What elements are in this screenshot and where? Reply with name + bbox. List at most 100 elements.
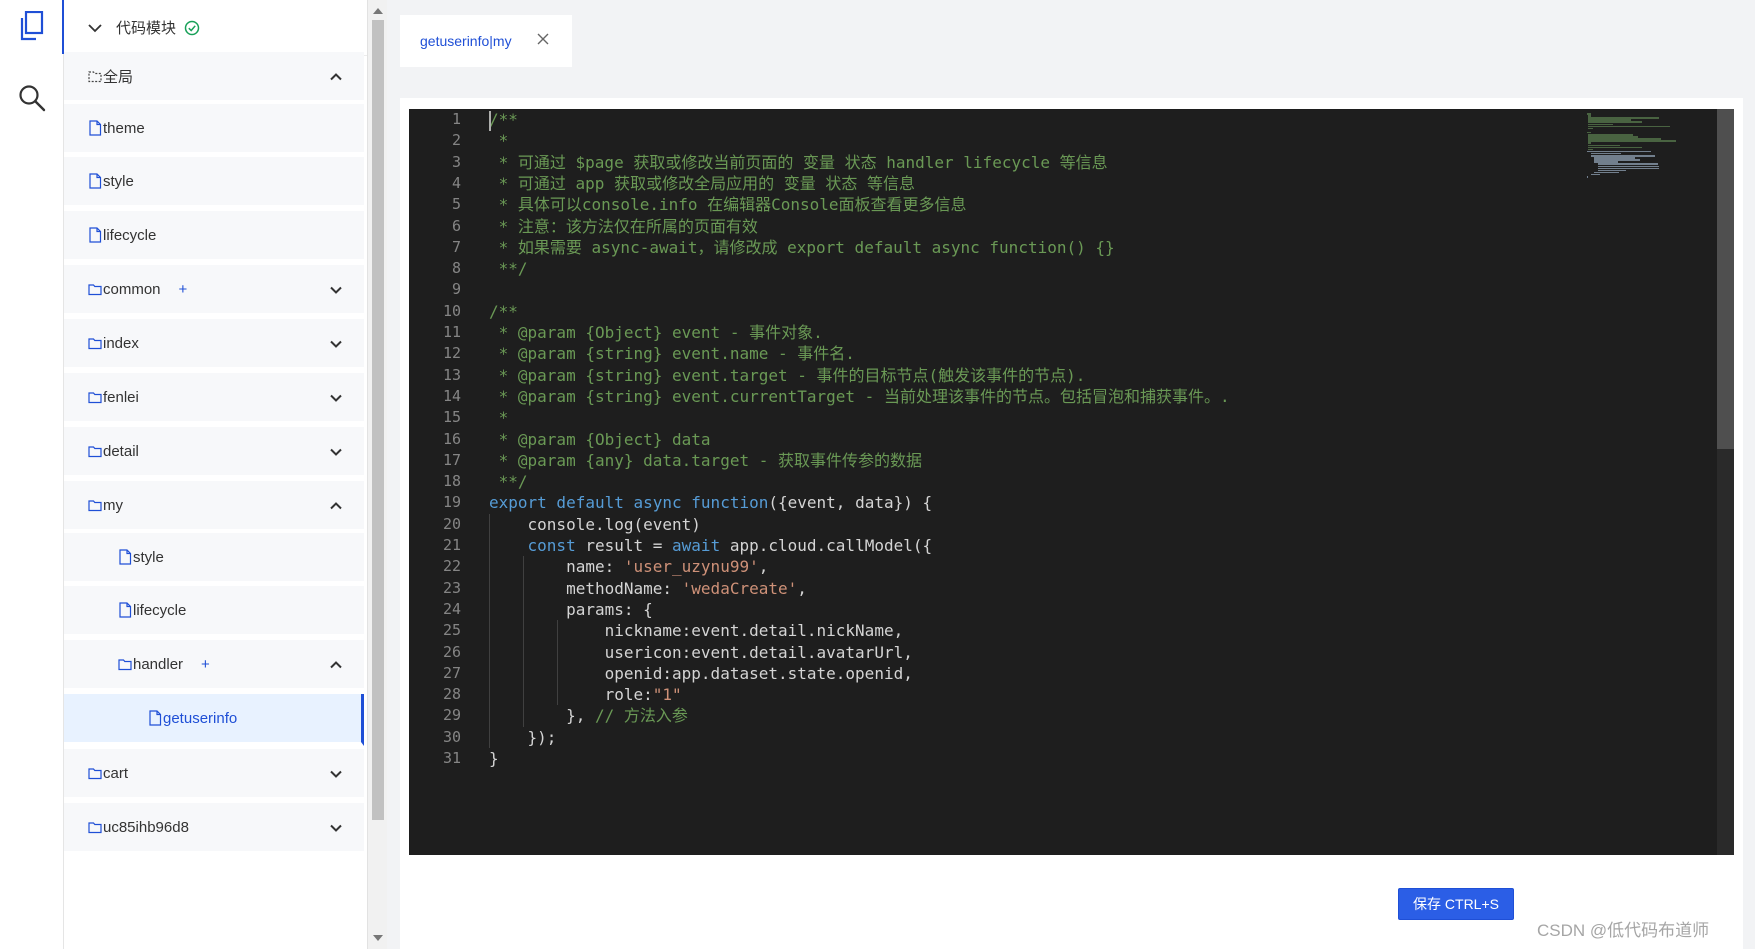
tree-item-label: getuserinfo	[163, 709, 238, 727]
chevron-down-icon[interactable]	[328, 336, 344, 352]
add-file-button[interactable]: +	[201, 656, 210, 673]
file-copy-icon[interactable]	[12, 6, 52, 46]
code-token: ,	[797, 578, 807, 598]
code-line[interactable]: usericon:event.detail.avatarUrl,	[489, 642, 913, 663]
editor-scrollbar[interactable]	[1717, 109, 1734, 855]
code-line[interactable]: * 注意：该方法仅在所属的页面有效	[489, 216, 758, 237]
chevron-up-icon[interactable]	[328, 498, 344, 514]
code-token: * 如果需要 async-await，请修改成 export default a…	[489, 237, 1115, 257]
tree-item-label: my	[103, 496, 123, 514]
tree-item-common[interactable]: common +	[64, 265, 364, 317]
code-line[interactable]: }	[489, 748, 499, 769]
code-token: ,	[758, 557, 769, 577]
chevron-down-icon[interactable]	[86, 19, 104, 37]
tree-item-theme[interactable]: theme	[64, 104, 364, 156]
code-line[interactable]: });	[489, 727, 557, 748]
code-line[interactable]: nickname:event.detail.nickName,	[489, 620, 904, 641]
minimap[interactable]	[1587, 109, 1717, 855]
code-token: **/	[489, 259, 528, 279]
code-token: nickname:event.detail.nickName,	[489, 621, 904, 641]
chevron-up-icon[interactable]	[328, 657, 344, 673]
tab-getuserinfo[interactable]: getuserinfo|my	[400, 15, 572, 67]
editor-scrollbar-thumb[interactable]	[1717, 109, 1734, 449]
tree-item-detail[interactable]: detail	[64, 427, 364, 479]
line-number: 8	[451, 259, 461, 278]
line-number: 19	[442, 493, 461, 512]
tree-item-lifecycle[interactable]: lifecycle	[64, 586, 364, 638]
tree-item-uc85ihb96d8[interactable]: uc85ihb96d8	[64, 803, 364, 855]
line-number: 27	[442, 663, 461, 682]
code-token: methodName:	[489, 578, 682, 598]
line-number: 2	[451, 131, 461, 150]
scrollbar-thumb[interactable]	[372, 20, 384, 820]
save-button[interactable]: 保存 CTRL+S	[1398, 888, 1514, 920]
tree-item-style[interactable]: style	[64, 533, 364, 585]
code-line[interactable]: methodName: 'wedaCreate',	[489, 578, 807, 599]
minimap-line	[1590, 173, 1601, 176]
close-icon[interactable]	[536, 32, 550, 46]
code-line[interactable]: * 具体可以console.info 在编辑器Console面板查看更多信息	[489, 194, 967, 215]
code-line[interactable]: params: {	[489, 599, 653, 620]
line-number: 13	[442, 365, 461, 384]
tree-item-fenlei[interactable]: fenlei	[64, 373, 364, 425]
code-line[interactable]: **/	[489, 258, 528, 279]
line-number: 10	[442, 301, 461, 320]
code-token: * @param {Object} event - 事件对象.	[489, 323, 823, 342]
code-line[interactable]: export default async function({event, da…	[489, 492, 932, 513]
line-number: 17	[442, 450, 461, 469]
line-number: 20	[442, 514, 461, 533]
code-line[interactable]: *	[489, 130, 509, 151]
tree-item-style[interactable]: style	[64, 157, 364, 209]
code-line[interactable]: * @param {string} event.target - 事件的目标节点…	[489, 365, 1086, 386]
code-line[interactable]: }, // 方法入参	[489, 705, 688, 726]
tree-item-my[interactable]: my	[64, 481, 364, 533]
tree-item-handler[interactable]: handler +	[64, 640, 364, 692]
line-number: 6	[451, 216, 461, 235]
code-token: export default async function	[489, 493, 769, 513]
chevron-down-icon[interactable]	[328, 766, 344, 782]
code-line[interactable]: * 可通过 $page 获取或修改当前页面的 变量 状态 handler lif…	[489, 152, 1108, 173]
chevron-down-icon[interactable]	[328, 820, 344, 836]
code-line[interactable]: console.log(event)	[489, 514, 701, 535]
tree-item-getuserinfo[interactable]: getuserinfo	[64, 694, 364, 746]
code-line[interactable]: /**	[489, 109, 518, 130]
code-line[interactable]: openid:app.dataset.state.openid,	[489, 663, 913, 684]
code-editor[interactable]: 1 2 3 4 5 6 7 8 9 10 11 12 13 14 15 16 17 18 19 20 21 22 23 24 2…	[409, 109, 1734, 855]
chevron-down-icon[interactable]	[328, 444, 344, 460]
code-line[interactable]: const result = await app.cloud.callModel…	[489, 535, 933, 556]
add-file-button[interactable]: +	[179, 281, 188, 298]
code-line[interactable]: **/	[489, 471, 528, 492]
chevron-down-icon[interactable]	[328, 282, 344, 298]
code-token: params: {	[489, 599, 653, 619]
code-line[interactable]: * 可通过 app 获取或修改全局应用的 变量 状态 等信息	[489, 173, 915, 194]
explorer-scrollbar[interactable]	[367, 0, 387, 949]
tree-item-lifecycle[interactable]: lifecycle	[64, 211, 364, 263]
chevron-down-icon[interactable]	[328, 390, 344, 406]
code-token: 'wedaCreate'	[681, 578, 798, 598]
search-icon[interactable]	[12, 78, 52, 118]
file-icon	[149, 710, 162, 726]
scroll-up-arrow-icon[interactable]	[373, 8, 383, 14]
indent-guide	[489, 513, 490, 748]
code-line[interactable]: * @param {Object} event - 事件对象.	[489, 322, 823, 343]
scroll-down-arrow-icon[interactable]	[373, 935, 383, 941]
code-line[interactable]: * @param {Object} data	[489, 429, 711, 450]
tree-item-label: uc85ihb96d8	[103, 818, 189, 836]
code-token: const	[527, 536, 576, 555]
tree-item-index[interactable]: index	[64, 319, 364, 371]
code-line[interactable]: * 如果需要 async-await，请修改成 export default a…	[489, 237, 1115, 258]
code-line[interactable]: * @param {any} data.target - 获取事件传参的数据	[489, 450, 922, 471]
code-line[interactable]: * @param {string} event.name - 事件名.	[489, 343, 855, 364]
code-line[interactable]: *	[489, 407, 509, 428]
code-line[interactable]: role:"1"	[489, 684, 682, 705]
code-line[interactable]: * @param {string} event.currentTarget - …	[489, 386, 1230, 407]
chevron-up-icon[interactable]	[328, 69, 344, 85]
tree-item-label: detail	[103, 442, 139, 460]
tree-item-cart[interactable]: cart	[64, 749, 364, 801]
code-line[interactable]: /**	[489, 301, 518, 322]
tree-item--[interactable]: 全局	[64, 52, 364, 104]
code-line[interactable]: name: 'user_uzynu99',	[489, 556, 768, 577]
explorer-title: 代码模块	[116, 20, 177, 37]
check-circle-icon	[184, 20, 200, 35]
explorer-header[interactable]: 代码模块	[64, 0, 367, 56]
